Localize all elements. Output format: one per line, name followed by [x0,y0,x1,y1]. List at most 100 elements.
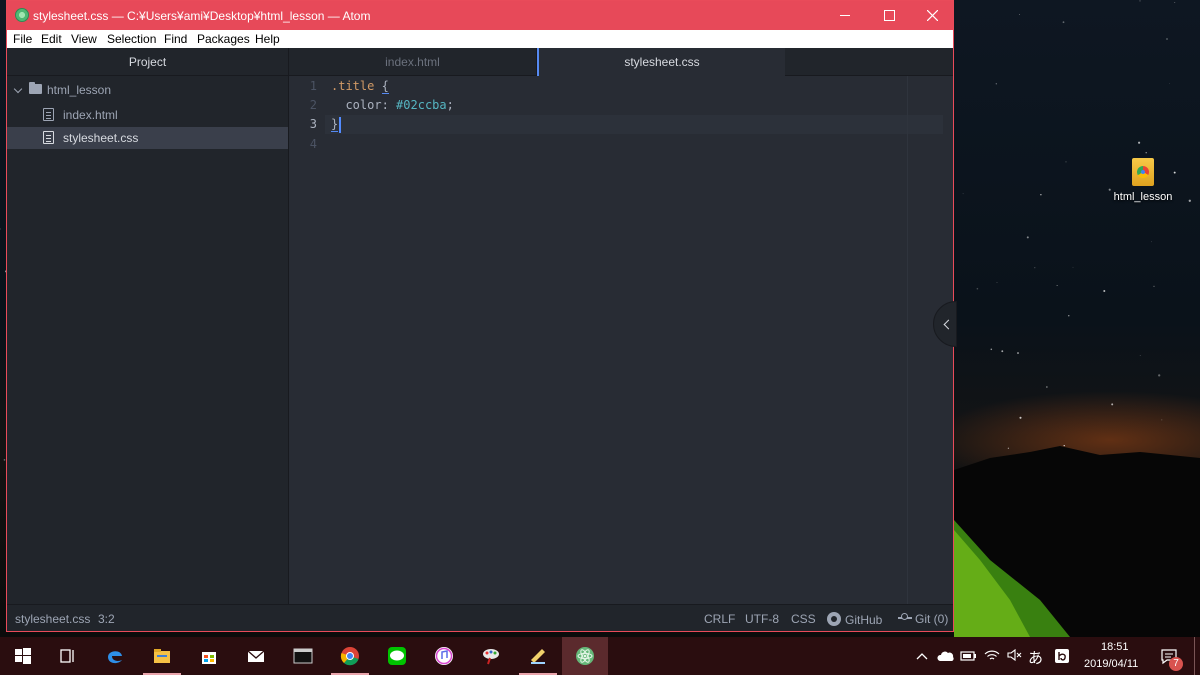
code-line-1: .title { [331,79,389,94]
atom-window: stylesheet.css — C:¥Users¥ami¥Desktop¥ht… [6,0,957,632]
terminal-icon [293,648,313,664]
folder-icon [29,82,42,94]
close-button[interactable] [910,1,954,30]
desktop-icon-label: html_lesson [1113,191,1173,203]
title-bar[interactable]: stylesheet.css — C:¥Users¥ami¥Desktop¥ht… [7,1,953,30]
file-explorer-button[interactable] [139,637,185,675]
tree-view-header[interactable]: Project [7,48,288,76]
notepad-icon [531,649,545,664]
atom-icon [576,647,594,665]
mail-button[interactable] [233,637,279,675]
menu-view[interactable]: View [71,32,97,46]
line-number-gutter: 1 2 3 4 [289,76,325,604]
atom-taskbar-button[interactable] [562,637,608,675]
window-title: stylesheet.css — C:¥Users¥ami¥Desktop¥ht… [33,9,371,23]
semicolon: ; [446,98,454,112]
github-icon [827,612,841,626]
menu-file[interactable]: File [13,32,32,46]
menu-edit[interactable]: Edit [41,32,62,46]
line-number: 1 [309,79,317,93]
itunes-icon [435,647,453,665]
tab-bar: index.html stylesheet.css [289,48,953,76]
line-button[interactable] [374,637,420,675]
atom-logo-icon [15,8,29,22]
status-bar: stylesheet.css 3:2 CRLF UTF-8 CSS GitHub… [7,604,953,631]
edge-button[interactable] [92,637,138,675]
status-git[interactable]: Git (0) [898,612,948,626]
git-commit-icon [898,613,912,623]
terminal-button[interactable] [280,637,326,675]
cursor-line-highlight [325,115,943,134]
tab-stylesheet-css[interactable]: stylesheet.css [537,48,785,76]
volume-muted-icon[interactable] [1006,648,1022,662]
chevron-up-icon[interactable] [916,652,928,660]
battery-icon[interactable] [960,650,977,662]
chrome-button[interactable] [327,637,373,675]
desktop-folder-html-lesson[interactable]: html_lesson [1108,158,1178,203]
line-number: 4 [309,137,317,151]
tree-folder-html-lesson[interactable]: html_lesson [7,79,288,101]
chevron-down-icon [13,84,23,94]
clock-date[interactable]: 2019/04/11 [1084,658,1138,670]
itunes-button[interactable] [421,637,467,675]
line-number: 2 [309,98,317,112]
tree-view: Project html_lesson index.html styleshee… [7,48,289,604]
onedrive-icon[interactable] [937,650,955,662]
line-icon [388,647,406,665]
code-line-2: color: #02ccba; [331,98,454,112]
windows-taskbar: あ 18:51 2019/04/11 7 [0,637,1200,675]
close-icon [927,10,938,21]
task-view-icon [60,649,74,663]
task-view-button[interactable] [45,637,91,675]
maximize-button[interactable] [867,1,911,30]
paint-icon [483,649,499,665]
file-explorer-icon [154,649,170,663]
menu-find[interactable]: Find [164,32,187,46]
menu-help[interactable]: Help [255,32,280,46]
status-github[interactable]: GitHub [827,612,882,627]
folder-label: html_lesson [47,83,112,97]
menu-packages[interactable]: Packages [197,32,250,46]
wifi-icon[interactable] [984,648,1000,662]
file-icon [43,131,54,144]
tree-file-index-html[interactable]: index.html [7,104,288,126]
windows-start-icon [15,648,31,664]
css-selector: .title [331,79,375,93]
status-grammar[interactable]: CSS [791,612,816,626]
file-icon [43,108,54,121]
status-line-ending[interactable]: CRLF [704,612,735,626]
code-line-3: } [331,117,339,132]
minimize-button[interactable] [823,1,867,30]
notepad-button[interactable] [515,637,561,675]
edge-icon [108,651,122,664]
line-number-active: 3 [309,117,317,131]
chrome-icon [340,647,359,666]
status-encoding[interactable]: UTF-8 [745,612,779,626]
text-caret [339,117,341,133]
css-property: color: [345,98,389,112]
store-icon [202,652,216,664]
show-desktop-divider[interactable] [1194,637,1195,675]
tab-index-html[interactable]: index.html [289,48,537,76]
css-color-value: #02ccba [396,98,447,112]
wrap-guide [907,76,908,604]
open-brace: { [381,79,389,94]
menu-selection[interactable]: Selection [107,32,156,46]
snipping-tool-button[interactable] [468,637,514,675]
git-label: Git (0) [915,612,949,626]
mail-icon [247,650,265,662]
start-button[interactable] [0,637,46,675]
notification-count-badge: 7 [1169,657,1183,671]
store-button[interactable] [186,637,232,675]
menu-bar: File Edit View Selection Find Packages H… [7,30,953,48]
chrome-html-file-icon [1132,158,1154,186]
clock-time[interactable]: 18:51 [1101,641,1129,653]
status-file-path[interactable]: stylesheet.css [15,612,90,626]
ime-pad-icon[interactable] [1054,648,1070,664]
code-editor[interactable]: 1 2 3 4 .title { color: #02ccba; } [289,76,953,604]
tree-file-stylesheet-css[interactable]: stylesheet.css [7,127,288,149]
close-brace: } [331,117,339,132]
status-cursor-position[interactable]: 3:2 [98,612,115,626]
file-label: stylesheet.css [63,131,139,145]
ime-mode-indicator[interactable]: あ [1028,647,1043,668]
